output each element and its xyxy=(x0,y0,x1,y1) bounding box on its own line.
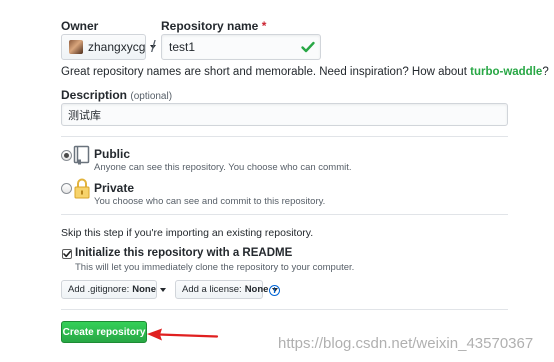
license-prefix: Add a license: xyxy=(182,284,242,295)
hint-text: Great repository names are short and mem… xyxy=(61,66,471,78)
repo-book-icon xyxy=(73,145,90,165)
public-radio[interactable] xyxy=(61,150,72,161)
public-title: Public xyxy=(94,147,131,161)
create-repository-button[interactable]: Create repository xyxy=(61,321,147,343)
avatar xyxy=(69,40,83,54)
repository-name-label: Repository name * xyxy=(161,19,266,33)
readme-label[interactable]: Initialize this repository with a README xyxy=(75,247,292,259)
private-radio[interactable] xyxy=(61,183,72,194)
private-note: You choose who can see and commit to thi… xyxy=(94,196,326,207)
readme-checkbox[interactable] xyxy=(62,249,72,259)
gitignore-prefix: Add .gitignore: xyxy=(68,284,130,295)
info-icon[interactable]: i xyxy=(269,285,280,296)
gitignore-value: None xyxy=(132,284,157,295)
check-icon xyxy=(301,41,315,53)
import-note: Skip this step if you're importing an ex… xyxy=(61,227,314,239)
repository-name-label-text: Repository name xyxy=(161,19,259,33)
description-input[interactable]: 测试库 xyxy=(61,103,508,126)
description-label-text: Description xyxy=(61,88,128,102)
public-note: Anyone can see this repository. You choo… xyxy=(94,162,352,173)
repository-name-input[interactable]: test1 xyxy=(161,34,321,60)
hint-suffix: ? xyxy=(542,66,549,78)
description-value: 测试库 xyxy=(68,109,101,122)
owner-repo-separator: / xyxy=(151,37,156,56)
divider xyxy=(61,136,508,137)
owner-name: zhangxycg xyxy=(88,40,146,54)
checkmark-icon xyxy=(63,250,72,258)
divider xyxy=(61,309,508,310)
license-select[interactable]: Add a license: None xyxy=(175,280,279,299)
divider xyxy=(61,214,508,215)
watermark: https://blog.csdn.net/weixin_43570367 xyxy=(278,335,534,352)
name-suggestion-link[interactable]: turbo-waddle xyxy=(470,66,542,78)
owner-label: Owner xyxy=(61,19,99,33)
private-title: Private xyxy=(94,181,135,195)
repository-name-hint: Great repository names are short and mem… xyxy=(61,66,549,78)
license-value: None xyxy=(244,284,269,295)
description-label: Description (optional) xyxy=(61,88,172,102)
readme-note: This will let you immediately clone the … xyxy=(75,262,355,273)
required-marker: * xyxy=(261,19,267,33)
gitignore-select[interactable]: Add .gitignore: None xyxy=(61,280,167,299)
lock-icon xyxy=(74,178,90,199)
optional-note: (optional) xyxy=(130,91,173,102)
repository-name-value: test1 xyxy=(169,40,196,54)
red-arrow-icon xyxy=(147,328,219,341)
chevron-down-icon xyxy=(160,287,167,292)
owner-dropdown[interactable]: zhangxycg xyxy=(61,34,157,60)
